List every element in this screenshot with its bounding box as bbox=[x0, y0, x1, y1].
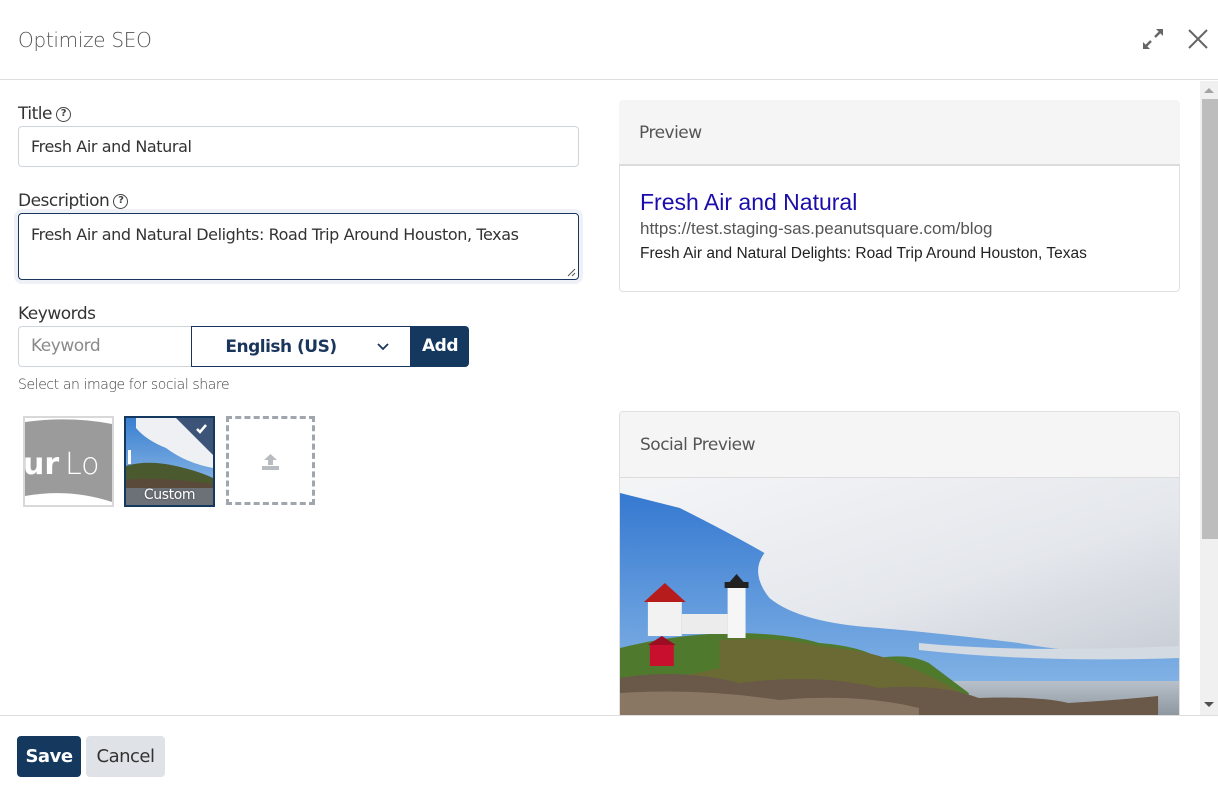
logo-image: ur Lo bbox=[25, 418, 112, 505]
custom-image-label: Custom bbox=[143, 487, 196, 503]
language-select[interactable]: English (US) bbox=[191, 326, 411, 367]
keyword-input-group: Keyword English (US) Add bbox=[18, 326, 469, 367]
save-button[interactable]: Save bbox=[17, 736, 81, 777]
scroll-up-arrow-icon[interactable] bbox=[1204, 88, 1214, 93]
preview-heading: Preview bbox=[619, 100, 1180, 166]
upload-image-button[interactable] bbox=[226, 416, 315, 505]
keyword-input[interactable]: Keyword bbox=[18, 326, 191, 367]
social-preview-heading: Social Preview bbox=[620, 412, 1179, 478]
social-image-picker: ur Lo Custom bbox=[23, 416, 315, 507]
logo-text: ur bbox=[25, 447, 59, 482]
image-option-custom[interactable]: Custom bbox=[124, 416, 215, 507]
help-icon[interactable]: ? bbox=[113, 193, 129, 209]
modal-footer: Save Cancel bbox=[0, 715, 1218, 792]
search-preview-card: Preview Fresh Air and Natural https://te… bbox=[619, 100, 1180, 293]
scrollbar-thumb[interactable] bbox=[1202, 99, 1218, 539]
expand-arrows-icon bbox=[1143, 29, 1163, 49]
title-input[interactable]: Fresh Air and Natural bbox=[18, 126, 579, 167]
cancel-button[interactable]: Cancel bbox=[86, 736, 165, 777]
close-x-icon bbox=[1188, 29, 1208, 49]
modal-header: Optimize SEO bbox=[0, 0, 1218, 80]
title-label: Title ? bbox=[18, 104, 71, 124]
description-textarea[interactable]: Fresh Air and Natural Delights: Road Tri… bbox=[18, 213, 579, 280]
image-hint: Select an image for social share bbox=[18, 377, 230, 393]
description-value: Fresh Air and Natural Delights: Road Tri… bbox=[31, 225, 519, 244]
social-preview-image bbox=[620, 478, 1179, 715]
serp-url: https://test.staging-sas.peanutsquare.co… bbox=[640, 219, 993, 238]
title-label-text: Title bbox=[18, 104, 52, 124]
vertical-scrollbar[interactable] bbox=[1200, 81, 1218, 715]
close-button[interactable] bbox=[1186, 26, 1210, 52]
description-label: Description ? bbox=[18, 191, 129, 211]
social-preview-card: Social Preview bbox=[619, 411, 1180, 715]
description-label-text: Description bbox=[18, 191, 110, 211]
modal-title: Optimize SEO bbox=[18, 28, 152, 52]
help-icon[interactable]: ? bbox=[55, 106, 71, 122]
keywords-label-text: Keywords bbox=[18, 304, 96, 324]
serp-description: Fresh Air and Natural Delights: Road Tri… bbox=[640, 245, 1087, 262]
upload-icon bbox=[262, 454, 279, 470]
modal-body: Title ? Fresh Air and Natural Descriptio… bbox=[0, 81, 1218, 715]
scroll-down-arrow-icon[interactable] bbox=[1204, 702, 1214, 707]
add-keyword-button[interactable]: Add bbox=[411, 326, 469, 367]
serp-title[interactable]: Fresh Air and Natural bbox=[640, 188, 1159, 216]
resize-grip-icon[interactable] bbox=[567, 268, 576, 277]
keywords-label: Keywords bbox=[18, 304, 96, 324]
image-option-logo[interactable]: ur Lo bbox=[23, 416, 114, 507]
svg-text:Lo: Lo bbox=[65, 447, 100, 482]
chevron-down-icon bbox=[377, 343, 389, 351]
expand-button[interactable] bbox=[1141, 26, 1165, 52]
language-selected-value: English (US) bbox=[225, 336, 337, 357]
serp-snippet: Fresh Air and Natural https://test.stagi… bbox=[619, 166, 1180, 292]
